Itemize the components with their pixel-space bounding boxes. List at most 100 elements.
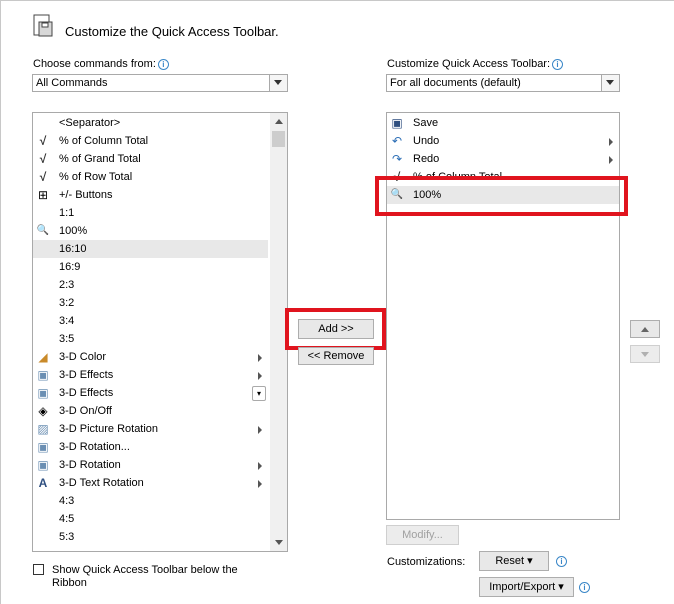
list-item[interactable]: ▣ 3-D Rotation — [33, 456, 268, 474]
list-item-label: 3:5 — [59, 333, 75, 345]
chevron-right-icon — [258, 354, 262, 362]
list-item[interactable]: ▣ 3-D Effects ▾ — [33, 384, 268, 402]
list-item-label: 3-D Color — [59, 351, 107, 363]
cube-icon: ▣ — [37, 386, 49, 400]
floppy-icon: ▣ — [391, 116, 403, 130]
list-item-label: Redo — [413, 153, 440, 165]
scroll-thumb[interactable] — [272, 131, 285, 147]
list-item-label: 3:2 — [59, 297, 75, 309]
list-item-label: 3-D Effects — [59, 369, 114, 381]
list-item[interactable]: √ % of Grand Total — [33, 150, 268, 168]
list-item-label: 4:3 — [59, 495, 75, 507]
list-item-label: 2:3 — [59, 279, 75, 291]
list-item[interactable]: ◈ 3-D On/Off — [33, 402, 268, 420]
checkmark-icon: √ — [39, 134, 47, 148]
info-icon[interactable]: i — [579, 582, 590, 593]
list-item-label: % of Column Total — [59, 135, 149, 147]
list-item[interactable]: 4:5 — [33, 510, 268, 528]
info-icon[interactable]: i — [552, 58, 564, 70]
move-up-button[interactable] — [630, 320, 660, 338]
cube-icon: ▣ — [37, 440, 49, 454]
shapes-icon: ◈ — [38, 404, 48, 418]
list-item[interactable]: √ % of Column Total — [33, 132, 268, 150]
list-item-label: Undo — [413, 135, 440, 147]
list-item-label: 3-D On/Off — [59, 405, 112, 417]
window-frame-top — [0, 0, 674, 1]
list-item-label: 3-D Rotation... — [59, 441, 130, 453]
list-item[interactable]: 5:3 — [33, 528, 268, 546]
add-button[interactable]: Add >> — [298, 319, 374, 339]
window-frame-left — [0, 0, 1, 604]
list-item[interactable]: 16:9 — [33, 258, 268, 276]
list-item[interactable]: √ % of Row Total — [33, 168, 268, 186]
checkmark-icon: √ — [39, 170, 47, 184]
list-item-label: 3-D Effects — [59, 387, 114, 399]
quick-access-toolbar-icon — [33, 14, 53, 38]
cube-icon: ▣ — [37, 458, 49, 472]
list-item[interactable]: ▣ Save — [387, 114, 619, 132]
customize-qat-combo[interactable]: For all documents (default) — [386, 74, 620, 92]
list-item-label: 5:3 — [59, 531, 75, 543]
chevron-right-icon — [258, 372, 262, 380]
list-item[interactable]: 2:3 — [33, 276, 268, 294]
list-item[interactable]: 16:10 — [33, 240, 268, 258]
paint-bucket-icon: ◢ — [38, 350, 48, 364]
list-item-label: 1:1 — [59, 207, 75, 219]
cube-icon: ▣ — [37, 368, 49, 382]
customize-qat-value: For all documents (default) — [390, 77, 521, 89]
list-item-label: 3:4 — [59, 315, 75, 327]
chevron-right-icon — [258, 480, 262, 488]
list-item[interactable]: 4:3 — [33, 492, 268, 510]
import-export-button[interactable]: Import/Export ▾ — [479, 577, 574, 597]
list-item[interactable]: ⊞ +/- Buttons — [33, 186, 268, 204]
chevron-right-icon — [609, 138, 613, 146]
info-icon[interactable]: i — [157, 58, 169, 70]
list-item-label: 100% — [59, 225, 88, 237]
checkmark-icon: √ — [39, 152, 47, 166]
list-item[interactable]: ▨ 3-D Picture Rotation — [33, 420, 268, 438]
move-down-button[interactable] — [630, 345, 660, 363]
list-item-label: 3-D Text Rotation — [59, 477, 144, 489]
chevron-down-icon[interactable] — [269, 75, 287, 91]
list-item-label: +/- Buttons — [59, 189, 113, 201]
list-item[interactable]: 3:2 — [33, 294, 268, 312]
list-item-label: Save — [413, 117, 439, 129]
undo-icon: ↶ — [391, 134, 403, 148]
reset-button[interactable]: Reset ▾ — [479, 551, 549, 571]
list-item[interactable]: ◢ 3-D Color — [33, 348, 268, 366]
list-item-label: 16:10 — [59, 243, 87, 255]
list-item[interactable]: 🔍 100% — [33, 222, 268, 240]
qat-commands-list[interactable]: ▣ Save ↶ Undo ↷ Redo √% of Column Total 🔍 100% — [386, 112, 620, 520]
redo-icon: ↷ — [391, 152, 403, 166]
dropdown-arrow-icon: ▾ — [527, 555, 533, 567]
scroll-down-arrow-icon[interactable] — [270, 534, 287, 551]
show-below-ribbon-checkbox[interactable] — [33, 564, 44, 575]
list-item[interactable]: A 3-D Text Rotation — [33, 474, 268, 492]
list-item-label: % of Grand Total — [59, 153, 141, 165]
list-item[interactable]: <Separator> — [33, 114, 268, 132]
list-item[interactable]: ▣ 3-D Rotation... — [33, 438, 268, 456]
list-item[interactable]: 3:5 — [33, 330, 268, 348]
list-item[interactable]: 1:1 — [33, 204, 268, 222]
remove-button[interactable]: << Remove — [298, 347, 374, 365]
list-item[interactable]: ↶ Undo — [387, 132, 619, 150]
customizations-label: Customizations: — [387, 556, 466, 568]
dropdown-arrow-icon[interactable]: ▾ — [252, 386, 266, 401]
list-item-label: 4:5 — [59, 513, 75, 525]
choose-commands-combo[interactable]: All Commands — [32, 74, 288, 92]
chevron-down-icon[interactable] — [601, 75, 619, 91]
list-item[interactable]: ▣ 3-D Effects — [33, 366, 268, 384]
dropdown-arrow-icon: ▾ — [558, 581, 564, 593]
choose-commands-label: Choose commands from: i — [33, 58, 169, 70]
plus-minus-icon: ⊞ — [37, 188, 49, 202]
modify-button[interactable]: Modify... — [386, 525, 459, 545]
list-item[interactable]: ↷ Redo — [387, 150, 619, 168]
scroll-up-arrow-icon[interactable] — [270, 113, 287, 130]
info-icon[interactable]: i — [556, 556, 567, 567]
text-a-icon: A — [38, 476, 48, 490]
page-title: Customize the Quick Access Toolbar. — [65, 24, 279, 39]
commands-list[interactable]: <Separator> √ % of Column Total √ % of Grand… — [32, 112, 288, 552]
picture-rotate-icon: ▨ — [37, 422, 49, 436]
list-item[interactable]: 3:4 — [33, 312, 268, 330]
choose-commands-value: All Commands — [36, 77, 108, 89]
